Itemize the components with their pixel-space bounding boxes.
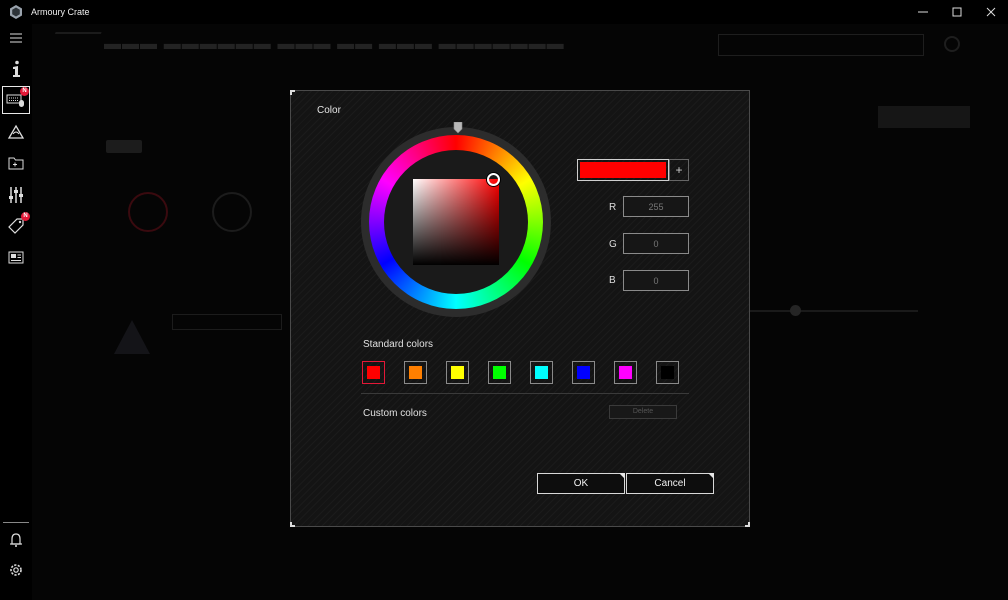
current-color-swatch bbox=[580, 162, 666, 178]
sidebar-item-news[interactable] bbox=[2, 243, 30, 271]
armoury-crate-logo-icon bbox=[10, 5, 22, 19]
b-label: B bbox=[609, 275, 616, 286]
device-title-obscured: ▬▬▬ ▬▬▬▬▬▬ ▬▬▬ ▬▬ ▬▬▬ ▬▬▬▬▬▬▬ bbox=[104, 34, 565, 53]
sidebar-item-user[interactable] bbox=[2, 525, 30, 553]
standard-color-swatch[interactable] bbox=[446, 361, 469, 384]
sidebar-item-info[interactable] bbox=[2, 55, 30, 83]
background-aura-icon bbox=[114, 320, 150, 354]
minimize-button[interactable] bbox=[906, 0, 940, 24]
hamburger-menu-icon bbox=[10, 33, 22, 43]
info-icon bbox=[13, 60, 20, 77]
background-slider-knob bbox=[790, 305, 801, 316]
sidebar-item-armoury[interactable] bbox=[2, 149, 30, 177]
sidebar-divider bbox=[3, 522, 29, 523]
sidebar-item-deals[interactable]: N bbox=[2, 212, 30, 240]
custom-colors-title: Custom colors bbox=[363, 408, 427, 419]
background-effect-icon bbox=[212, 192, 252, 232]
new-badge: N bbox=[20, 87, 29, 96]
dialog-title: Color bbox=[317, 105, 341, 116]
color-wheel[interactable] bbox=[361, 127, 551, 317]
close-button[interactable] bbox=[974, 0, 1008, 24]
swatch-fill bbox=[577, 366, 590, 379]
background-button-obscured bbox=[878, 106, 970, 128]
swatch-fill bbox=[661, 366, 674, 379]
aura-triangle-icon bbox=[7, 124, 25, 139]
profile-select-obscured bbox=[718, 34, 924, 56]
standard-color-swatch[interactable] bbox=[656, 361, 679, 384]
background-effect-static-icon bbox=[128, 192, 168, 232]
section-divider bbox=[361, 393, 689, 394]
standard-color-swatch[interactable] bbox=[404, 361, 427, 384]
sidebar-item-menu[interactable] bbox=[2, 24, 30, 52]
background-gear-icon bbox=[944, 36, 960, 52]
add-custom-color-button[interactable]: + bbox=[669, 159, 689, 181]
color-dialog: Color + R G B Standard colors Custom col… bbox=[290, 90, 750, 527]
app-title: Armoury Crate bbox=[31, 7, 90, 17]
swatch-fill bbox=[367, 366, 380, 379]
standard-color-swatch[interactable] bbox=[572, 361, 595, 384]
sidebar-item-tools[interactable] bbox=[2, 181, 30, 209]
new-badge: N bbox=[21, 212, 30, 221]
standard-color-swatch[interactable] bbox=[362, 361, 385, 384]
maximize-icon bbox=[952, 7, 962, 17]
rog-logo bbox=[48, 32, 102, 52]
dialog-corner bbox=[290, 90, 295, 95]
delete-custom-color-button[interactable]: Delete bbox=[609, 405, 677, 419]
button-notch bbox=[619, 473, 625, 479]
current-color-preview bbox=[577, 159, 669, 181]
dialog-corner bbox=[745, 522, 750, 527]
dialog-corner bbox=[290, 522, 295, 527]
sidebar: N N bbox=[0, 24, 32, 600]
sidebar-item-settings[interactable] bbox=[2, 556, 30, 584]
saturation-value-square[interactable] bbox=[413, 179, 499, 265]
ok-button-label: OK bbox=[573, 478, 589, 489]
standard-color-swatch[interactable] bbox=[614, 361, 637, 384]
user-bell-icon bbox=[10, 533, 22, 547]
cancel-button-label: Cancel bbox=[654, 478, 686, 489]
cancel-button[interactable]: Cancel bbox=[626, 473, 714, 494]
sidebar-item-aura[interactable] bbox=[2, 118, 30, 146]
hue-pointer-icon[interactable] bbox=[453, 122, 463, 134]
button-notch bbox=[708, 473, 714, 479]
gear-icon bbox=[10, 564, 22, 576]
maximize-button[interactable] bbox=[940, 0, 974, 24]
swatch-fill bbox=[451, 366, 464, 379]
g-label: G bbox=[609, 239, 617, 250]
title-bar: Armoury Crate bbox=[0, 0, 1008, 24]
standard-color-swatch[interactable] bbox=[488, 361, 511, 384]
standard-colors-title: Standard colors bbox=[363, 339, 434, 350]
sliders-icon bbox=[9, 187, 23, 203]
swatch-fill bbox=[409, 366, 422, 379]
b-value-input[interactable] bbox=[623, 270, 689, 291]
ok-button[interactable]: OK bbox=[537, 473, 625, 494]
swatch-fill bbox=[619, 366, 632, 379]
minimize-icon bbox=[918, 11, 928, 13]
saturation-value-marker[interactable] bbox=[487, 173, 500, 186]
news-icon bbox=[8, 251, 24, 263]
sidebar-item-device[interactable]: N bbox=[2, 86, 30, 114]
r-label: R bbox=[609, 202, 617, 213]
r-value-input[interactable] bbox=[623, 196, 689, 217]
background-select-obscured bbox=[172, 314, 282, 330]
swatch-fill bbox=[535, 366, 548, 379]
folder-gamepad-icon bbox=[8, 157, 24, 170]
g-value-input[interactable] bbox=[623, 233, 689, 254]
background-toggle bbox=[106, 140, 142, 153]
standard-color-swatch[interactable] bbox=[530, 361, 553, 384]
swatch-fill bbox=[493, 366, 506, 379]
tag-icon bbox=[8, 218, 24, 234]
close-icon bbox=[986, 7, 996, 17]
